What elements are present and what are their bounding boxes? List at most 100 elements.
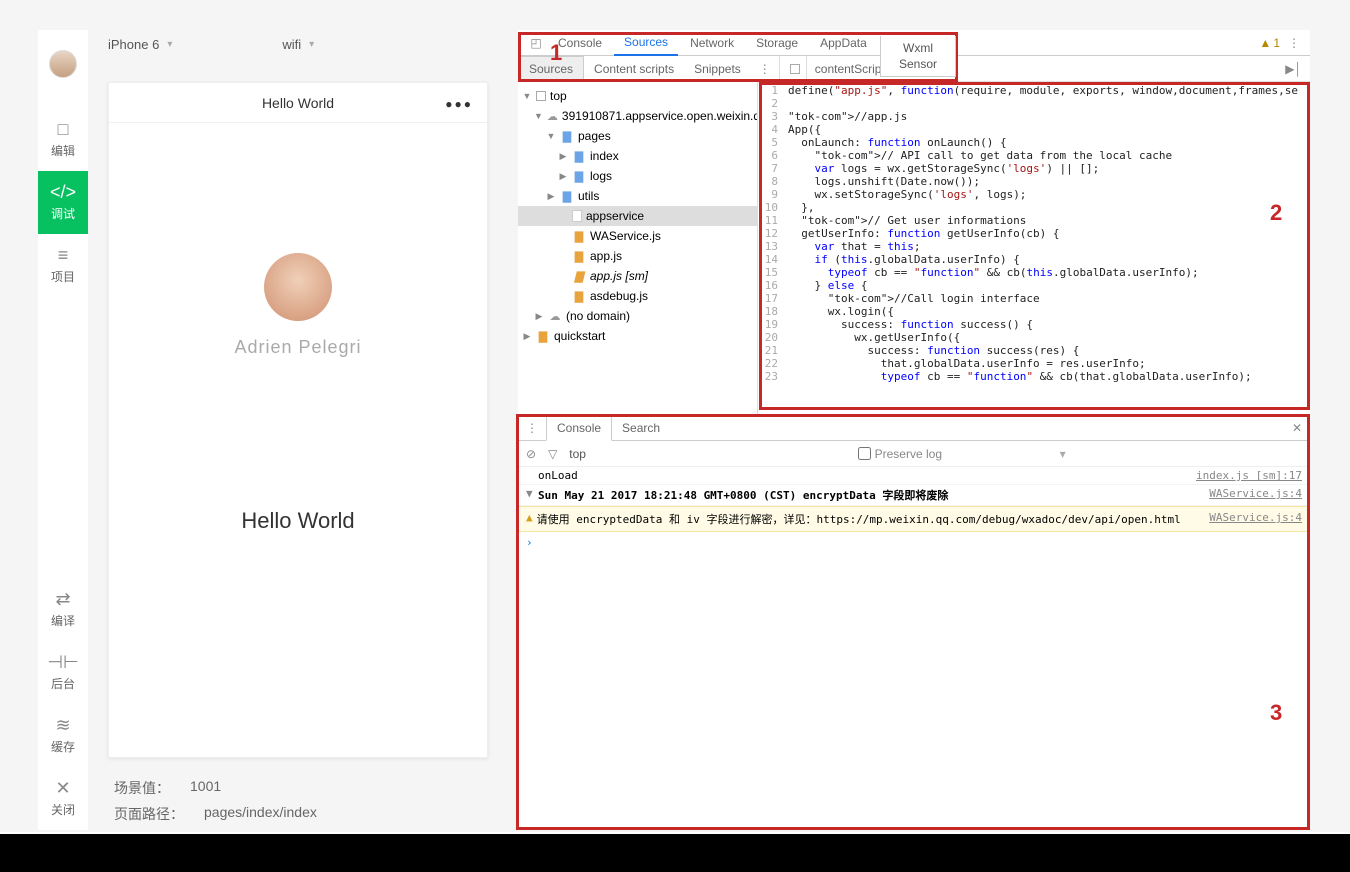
tree-logs[interactable]: ▶▇logs	[518, 166, 757, 186]
tree-appjs[interactable]: ▇app.js	[518, 246, 757, 266]
cache-icon: ≋	[52, 716, 74, 734]
tree-asdebug[interactable]: ▇asdebug.js	[518, 286, 757, 306]
sidebar-item-project[interactable]: ≡ 项目	[38, 234, 88, 297]
more-vert-icon[interactable]: ⋮	[518, 421, 546, 435]
frame-icon	[536, 91, 546, 101]
path-value: pages/index/index	[204, 804, 317, 824]
console-drawer: ⋮ Console Search ✕ ⊘ ▽ top ▾ Preserve lo…	[518, 414, 1310, 830]
hello-text: Hello World	[241, 508, 354, 534]
device-value: iPhone 6	[108, 37, 159, 52]
tree-appservice[interactable]: appservice	[518, 206, 757, 226]
network-select[interactable]: wifi ▾	[262, 37, 344, 52]
element-picker-icon[interactable]: ◰	[526, 36, 546, 50]
log-source[interactable]: index.js [sm]:17	[1196, 469, 1302, 482]
tree-quickstart[interactable]: ▶▇quickstart	[518, 326, 757, 346]
log-row[interactable]: ▼ Sun May 21 2017 18:21:48 GMT+0800 (CST…	[518, 485, 1310, 506]
file-icon	[572, 210, 582, 222]
more-icon[interactable]: ●●●	[445, 97, 473, 111]
chevron-down-icon: ▾	[309, 39, 314, 50]
user-avatar-large[interactable]	[264, 253, 332, 321]
sidebar-item-edit[interactable]: □ 编辑	[38, 108, 88, 171]
log-message: 请使用 encryptedData 和 iv 字段进行解密，详见：https:/…	[537, 511, 1210, 527]
sidebar-item-compile[interactable]: ⇄ 编译	[38, 578, 88, 641]
tree-nodomain[interactable]: ▶☁(no domain)	[518, 306, 757, 326]
clear-console-icon[interactable]: ⊘	[526, 447, 536, 461]
folder-icon: ▇	[572, 149, 586, 163]
js-file-icon: ▇	[572, 229, 586, 243]
tree-pages[interactable]: ▼▇pages	[518, 126, 757, 146]
tree-domain[interactable]: ▼☁391910871.appservice.open.weixin.q	[518, 106, 757, 126]
device-select[interactable]: iPhone 6 ▾	[88, 37, 202, 52]
sidebar-item-background[interactable]: ⊣⊢ 后台	[38, 641, 88, 704]
tree-index[interactable]: ▶▇index	[518, 146, 757, 166]
username-text: Adrien Pelegri	[234, 337, 361, 358]
tree-top[interactable]: ▼top	[518, 86, 757, 106]
preview-titlebar: Hello World ●●●	[109, 83, 487, 123]
log-message: onLoad	[538, 469, 578, 482]
sidebar-item-close[interactable]: ✕ 关闭	[38, 767, 88, 830]
annotation-label-1: 1	[550, 40, 562, 66]
warnings-badge[interactable]: ▲1	[1259, 36, 1280, 50]
tab-appdata[interactable]: AppData	[810, 30, 877, 56]
preserve-log-checkbox[interactable]	[858, 447, 871, 460]
folder-icon: ▇	[572, 169, 586, 183]
drawer-tab-search[interactable]: Search	[612, 415, 670, 441]
tabs-overflow-popup[interactable]: Wxml Sensor	[880, 36, 956, 77]
subtab-snippets[interactable]: Snippets	[684, 56, 751, 82]
sidebar-item-label: 后台	[51, 675, 75, 692]
nav-icon[interactable]	[790, 64, 800, 74]
log-source[interactable]: WAService.js:4	[1209, 487, 1302, 503]
sidebar-item-label: 编译	[51, 612, 75, 629]
warning-icon: ▲	[526, 511, 533, 527]
sidebar-item-label: 调试	[51, 205, 75, 222]
log-warning[interactable]: ▲ 请使用 encryptedData 和 iv 字段进行解密，详见：https…	[518, 506, 1310, 532]
code-icon: □	[52, 120, 74, 138]
filter-icon[interactable]: ▽	[548, 447, 557, 461]
path-label: 页面路径：	[114, 804, 184, 824]
annotation-label-3: 3	[1270, 700, 1282, 726]
user-avatar-small[interactable]	[49, 50, 77, 78]
tab-sources[interactable]: Sources	[614, 30, 678, 56]
folder-icon: ▇	[560, 129, 574, 143]
tree-utils[interactable]: ▶▇utils	[518, 186, 757, 206]
preserve-log-label: Preserve log	[875, 447, 942, 461]
annotation-label-2: 2	[1270, 200, 1282, 226]
context-select[interactable]: top	[569, 447, 586, 461]
more-vert-icon[interactable]: ⋮	[751, 62, 779, 76]
tab-storage[interactable]: Storage	[746, 30, 808, 56]
log-source[interactable]: WAService.js:4	[1209, 511, 1302, 527]
tree-appjs-sm[interactable]: ▇app.js [sm]	[518, 266, 757, 286]
log-message: Sun May 21 2017 18:21:48 GMT+0800 (CST) …	[538, 489, 948, 502]
log-row[interactable]: onLoad index.js [sm]:17	[518, 467, 1310, 485]
page-title: Hello World	[262, 95, 334, 111]
tab-network[interactable]: Network	[680, 30, 744, 56]
folder-icon: ▇	[536, 329, 550, 343]
bottom-black-bar	[0, 834, 1350, 872]
sidebar-item-label: 关闭	[51, 801, 75, 818]
scene-value: 1001	[190, 778, 221, 798]
preview-body: Adrien Pelegri Hello World	[109, 123, 487, 534]
folder-icon: ▇	[560, 189, 574, 203]
drawer-tab-console[interactable]: Console	[546, 415, 612, 441]
expand-icon[interactable]: ▼	[526, 487, 538, 503]
console-output: onLoad index.js [sm]:17 ▼ Sun May 21 201…	[518, 467, 1310, 553]
toggle-panel-icon[interactable]: ▶│	[1285, 62, 1310, 76]
sidebar: □ 编辑 </> 调试 ≡ 项目 ⇄ 编译 ⊣⊢ 后台 ≋ 缓存 ✕ 关闭	[38, 30, 88, 830]
cloud-icon: ☁	[548, 309, 562, 323]
background-icon: ⊣⊢	[52, 653, 74, 671]
network-value: wifi	[282, 37, 301, 52]
js-file-icon: ▇	[572, 269, 586, 283]
subtab-content-scripts[interactable]: Content scripts	[584, 56, 684, 82]
console-toolbar: ⊘ ▽ top ▾ Preserve log	[518, 441, 1310, 467]
drawer-close-icon[interactable]: ✕	[1284, 421, 1310, 435]
js-file-icon: ▇	[572, 249, 586, 263]
close-icon: ✕	[52, 779, 74, 797]
sidebar-item-label: 项目	[51, 268, 75, 285]
menu-icon: ≡	[52, 246, 74, 264]
sidebar-item-debug[interactable]: </> 调试	[38, 171, 88, 234]
more-vert-icon[interactable]: ⋮	[1288, 36, 1300, 50]
sidebar-item-label: 编辑	[51, 142, 75, 159]
console-prompt[interactable]: ›	[518, 532, 1310, 553]
tree-waservice[interactable]: ▇WAService.js	[518, 226, 757, 246]
sidebar-item-cache[interactable]: ≋ 缓存	[38, 704, 88, 767]
